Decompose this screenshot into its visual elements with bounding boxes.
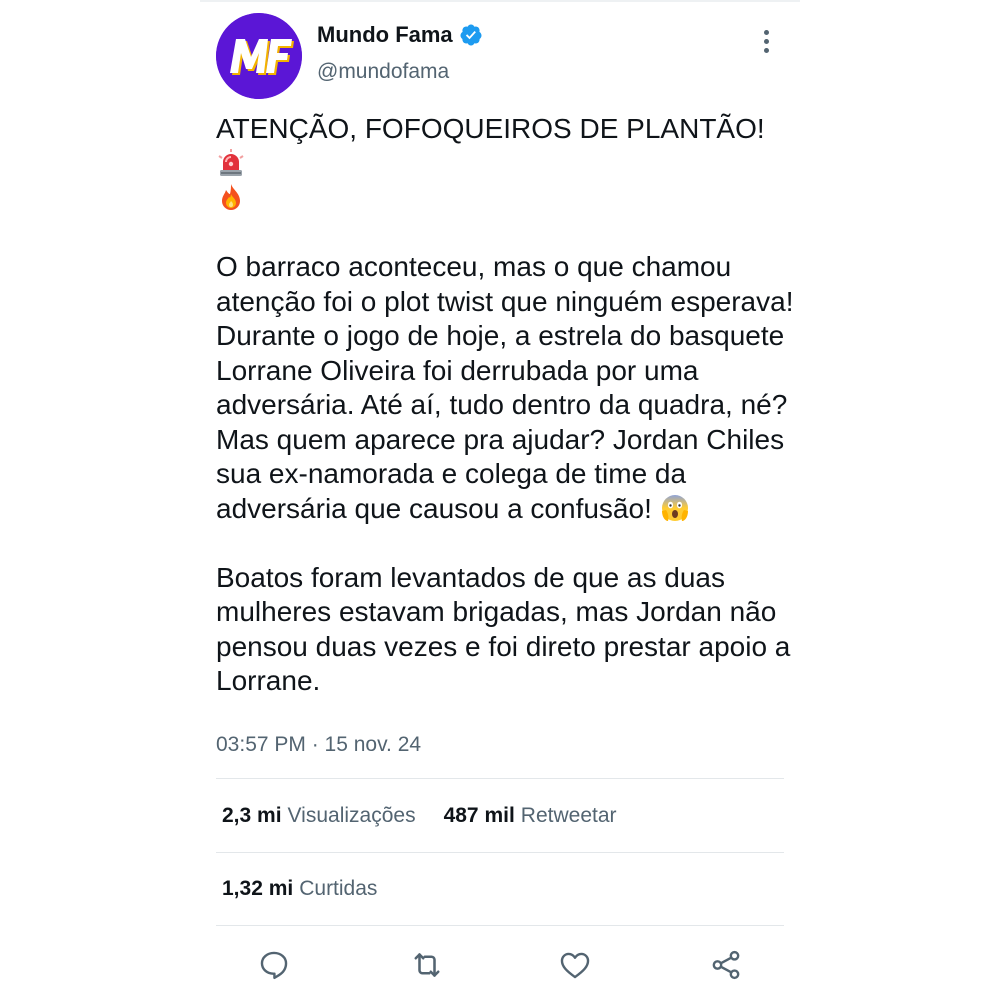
- verified-badge-icon: [459, 23, 483, 47]
- retweet-button[interactable]: [407, 945, 447, 985]
- retweets-value: 487 mil: [443, 804, 515, 827]
- avatar[interactable]: [216, 13, 302, 99]
- stats-row-1: 2,3 mi Visualizações 487 mil Retweetar: [222, 804, 617, 828]
- stats-row-2: 1,32 mi Curtidas: [222, 877, 377, 901]
- tweet-card: Mundo Fama @mundofama ATENÇÃO, FOFOQUEIR…: [200, 0, 800, 1000]
- tweet-text: ATENÇÃO, FOFOQUEIROS DE PLANTÃO! O barra…: [216, 112, 796, 699]
- handle[interactable]: @mundofama: [317, 60, 449, 84]
- more-dot-icon: [763, 47, 769, 53]
- more-dot-icon: [763, 38, 769, 44]
- views-value: 2,3 mi: [222, 804, 282, 827]
- more-dot-icon: [763, 29, 769, 35]
- fire-icon: [216, 182, 246, 212]
- timestamp[interactable]: 03:57 PM · 15 nov. 24: [216, 733, 421, 757]
- tweet-paragraph-2: Boatos foram levantados de que as duas m…: [216, 561, 791, 697]
- page: Mundo Fama @mundofama ATENÇÃO, FOFOQUEIR…: [0, 0, 1000, 1000]
- police-light-icon: [216, 148, 246, 178]
- reply-icon: [260, 951, 288, 980]
- likes-stat[interactable]: 1,32 mi Curtidas: [222, 877, 377, 901]
- views-label: Visualizações: [287, 804, 416, 827]
- likes-label: Curtidas: [299, 877, 378, 900]
- like-icon: [560, 952, 590, 979]
- tweet-paragraph-1: O barraco aconteceu, mas o que chamou at…: [216, 250, 796, 526]
- divider: [216, 925, 784, 926]
- like-button[interactable]: [555, 945, 595, 985]
- reply-button[interactable]: [254, 945, 294, 985]
- action-bar: [200, 945, 800, 989]
- likes-value: 1,32 mi: [222, 877, 294, 900]
- divider: [216, 852, 784, 853]
- divider: [216, 778, 784, 779]
- screaming-face-icon: [660, 493, 690, 523]
- display-name[interactable]: Mundo Fama: [317, 22, 453, 48]
- headline-text: ATENÇÃO, FOFOQUEIROS DE PLANTÃO!: [216, 113, 765, 144]
- retweet-icon: [414, 953, 440, 977]
- tweet-headline: ATENÇÃO, FOFOQUEIROS DE PLANTÃO!: [216, 112, 796, 216]
- more-options-button[interactable]: [752, 26, 780, 56]
- paragraph-1-text: O barraco aconteceu, mas o que chamou at…: [216, 251, 794, 524]
- top-border: [200, 0, 800, 2]
- avatar-logo-icon: [216, 13, 302, 99]
- share-icon: [712, 950, 740, 980]
- views-stat[interactable]: 2,3 mi Visualizações: [222, 804, 416, 828]
- share-button[interactable]: [706, 945, 746, 985]
- retweets-stat[interactable]: 487 mil Retweetar: [444, 804, 617, 828]
- name-row: Mundo Fama: [317, 22, 483, 48]
- retweets-label: Retweetar: [520, 804, 617, 827]
